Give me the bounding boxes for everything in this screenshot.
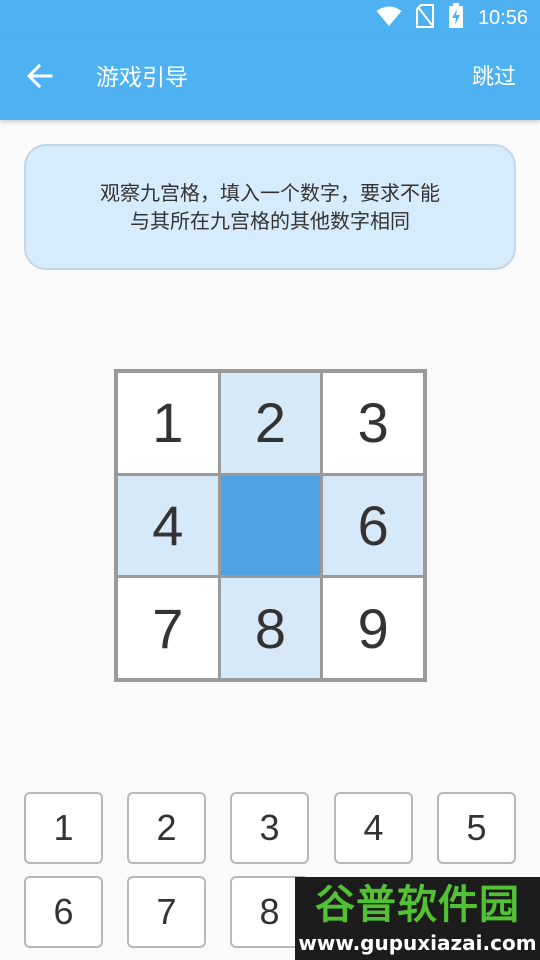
key-7[interactable]: 7 bbox=[127, 876, 206, 948]
watermark-logo: 谷普软件园 www.gupuxiazai.com bbox=[295, 877, 540, 960]
key-4[interactable]: 4 bbox=[334, 792, 413, 864]
grid-cell-7[interactable]: 7 bbox=[118, 578, 218, 678]
grid-cell-4[interactable]: 4 bbox=[118, 475, 218, 576]
battery-charging-icon bbox=[448, 3, 464, 33]
watermark-name: 谷普软件园 bbox=[315, 882, 520, 928]
key-1[interactable]: 1 bbox=[24, 792, 103, 864]
status-bar: 10:56 bbox=[0, 0, 540, 36]
skip-button[interactable]: 跳过 bbox=[472, 60, 516, 96]
hint-text-line-1: 观察九宫格，填入一个数字，要求不能 bbox=[100, 181, 440, 205]
status-icons: 10:56 bbox=[376, 3, 528, 33]
grid-cell-2[interactable]: 2 bbox=[220, 373, 321, 473]
sudoku-grid: 1 2 3 4 6 7 8 9 bbox=[114, 369, 427, 682]
grid-cell-9[interactable]: 9 bbox=[323, 578, 423, 678]
grid-cell-5-selected[interactable] bbox=[220, 475, 321, 576]
status-time: 10:56 bbox=[477, 6, 528, 29]
hint-text-line-2: 与其所在九宫格的其他数字相同 bbox=[130, 209, 410, 233]
app-bar: 游戏引导 跳过 bbox=[0, 36, 540, 120]
watermark-url: www.gupuxiazai.com bbox=[298, 931, 537, 955]
grid-cell-8[interactable]: 8 bbox=[220, 578, 321, 678]
key-6[interactable]: 6 bbox=[24, 876, 103, 948]
key-3[interactable]: 3 bbox=[230, 792, 309, 864]
no-sim-icon bbox=[415, 4, 434, 32]
page-title: 游戏引导 bbox=[96, 65, 188, 91]
grid-cell-3[interactable]: 3 bbox=[323, 373, 423, 473]
key-2[interactable]: 2 bbox=[127, 792, 206, 864]
grid-cell-6[interactable]: 6 bbox=[323, 475, 423, 576]
hint-box: 观察九宫格，填入一个数字，要求不能 与其所在九宫格的其他数字相同 bbox=[24, 144, 516, 270]
back-button[interactable] bbox=[20, 58, 60, 98]
wifi-icon bbox=[376, 5, 402, 31]
grid-cell-1[interactable]: 1 bbox=[118, 373, 218, 473]
key-5[interactable]: 5 bbox=[437, 792, 516, 864]
arrow-left-icon bbox=[26, 63, 53, 92]
